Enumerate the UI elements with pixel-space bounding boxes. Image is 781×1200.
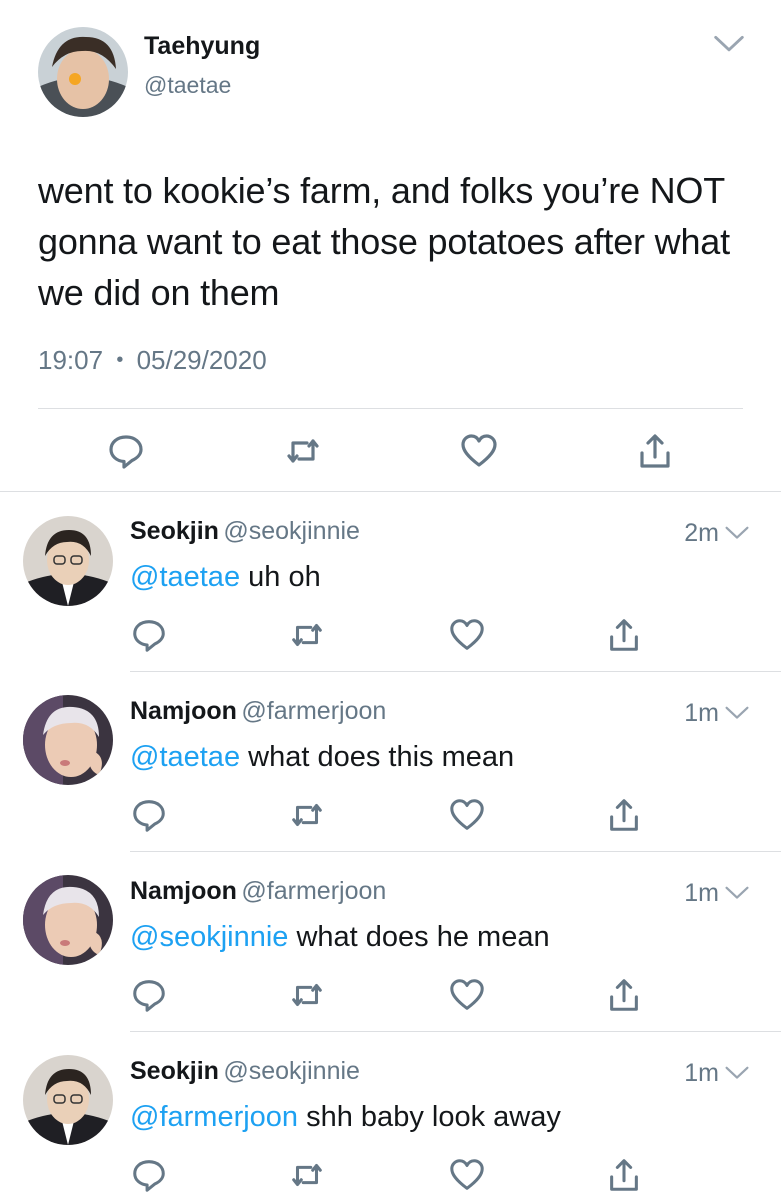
divider: [130, 671, 781, 672]
reply-text: @farmerjoon shh baby look away: [130, 1101, 561, 1134]
reply-icon[interactable]: [130, 976, 168, 1014]
reply-text: @seokjinnie what does he mean: [130, 921, 550, 954]
reply-icon[interactable]: [130, 1156, 168, 1194]
reply-time: 1m: [684, 879, 719, 907]
share-icon[interactable]: [605, 616, 643, 654]
reply-text-body: shh baby look away: [298, 1101, 561, 1133]
reply-text: @taetae what does this mean: [130, 741, 514, 774]
tweet-date: 05/29/2020: [136, 345, 267, 375]
chevron-down-icon[interactable]: [724, 1065, 750, 1086]
divider: [130, 1031, 781, 1032]
reply-header: Namjoon @farmerjoon: [130, 697, 386, 726]
heart-icon[interactable]: [448, 1156, 486, 1194]
divider: [0, 491, 781, 492]
reply-text-body: what does he mean: [288, 921, 550, 953]
retweet-icon[interactable]: [283, 431, 323, 471]
reply-header: Seokjin @seokjinnie: [130, 517, 360, 546]
share-icon[interactable]: [635, 431, 675, 471]
reply-display-name[interactable]: Seokjin: [130, 1057, 219, 1085]
reply-time: 1m: [684, 699, 719, 727]
reply-icon[interactable]: [130, 616, 168, 654]
share-icon[interactable]: [605, 796, 643, 834]
mention-link[interactable]: @taetae: [130, 561, 240, 593]
retweet-icon[interactable]: [288, 796, 326, 834]
reply-text-body: uh oh: [240, 561, 321, 593]
reply-handle[interactable]: @seokjinnie: [223, 517, 360, 545]
reply-time: 1m: [684, 1059, 719, 1087]
author-handle[interactable]: @taetae: [144, 72, 231, 99]
reply-header: Namjoon @farmerjoon: [130, 877, 386, 906]
reply-text: @taetae uh oh: [130, 561, 321, 594]
tweet-time: 19:07: [38, 345, 104, 375]
reply-handle[interactable]: @farmerjoon: [241, 877, 386, 905]
mention-link[interactable]: @farmerjoon: [130, 1101, 298, 1133]
reply-display-name[interactable]: Seokjin: [130, 517, 219, 545]
heart-icon[interactable]: [448, 976, 486, 1014]
reply-display-name[interactable]: Namjoon: [130, 877, 237, 905]
heart-icon[interactable]: [448, 796, 486, 834]
heart-icon[interactable]: [459, 431, 499, 471]
tweet-timestamp: 19:07 • 05/29/2020: [38, 345, 267, 376]
heart-icon[interactable]: [448, 616, 486, 654]
reply-avatar[interactable]: [23, 875, 113, 965]
share-icon[interactable]: [605, 976, 643, 1014]
chevron-down-icon[interactable]: [724, 525, 750, 546]
mention-link[interactable]: @seokjinnie: [130, 921, 288, 953]
reply-header: Seokjin @seokjinnie: [130, 1057, 360, 1086]
reply-icon[interactable]: [106, 431, 146, 471]
chevron-down-icon[interactable]: [712, 34, 746, 59]
chevron-down-icon[interactable]: [724, 885, 750, 906]
reply-handle[interactable]: @farmerjoon: [241, 697, 386, 725]
divider: [38, 408, 743, 409]
reply-icon[interactable]: [130, 796, 168, 834]
reply-time: 2m: [684, 519, 719, 547]
mention-link[interactable]: @taetae: [130, 741, 240, 773]
retweet-icon[interactable]: [288, 616, 326, 654]
reply-avatar[interactable]: [23, 516, 113, 606]
divider: [130, 851, 781, 852]
author-avatar[interactable]: [38, 27, 128, 117]
share-icon[interactable]: [605, 1156, 643, 1194]
reply-display-name[interactable]: Namjoon: [130, 697, 237, 725]
retweet-icon[interactable]: [288, 1156, 326, 1194]
reply-handle[interactable]: @seokjinnie: [223, 1057, 360, 1085]
time-separator: •: [116, 349, 124, 371]
author-display-name[interactable]: Taehyung: [144, 32, 260, 61]
tweet-text: went to kookie’s farm, and folks you’re …: [38, 170, 730, 313]
chevron-down-icon[interactable]: [724, 705, 750, 726]
reply-avatar[interactable]: [23, 1055, 113, 1145]
reply-avatar[interactable]: [23, 695, 113, 785]
reply-text-body: what does this mean: [240, 741, 515, 773]
retweet-icon[interactable]: [288, 976, 326, 1014]
